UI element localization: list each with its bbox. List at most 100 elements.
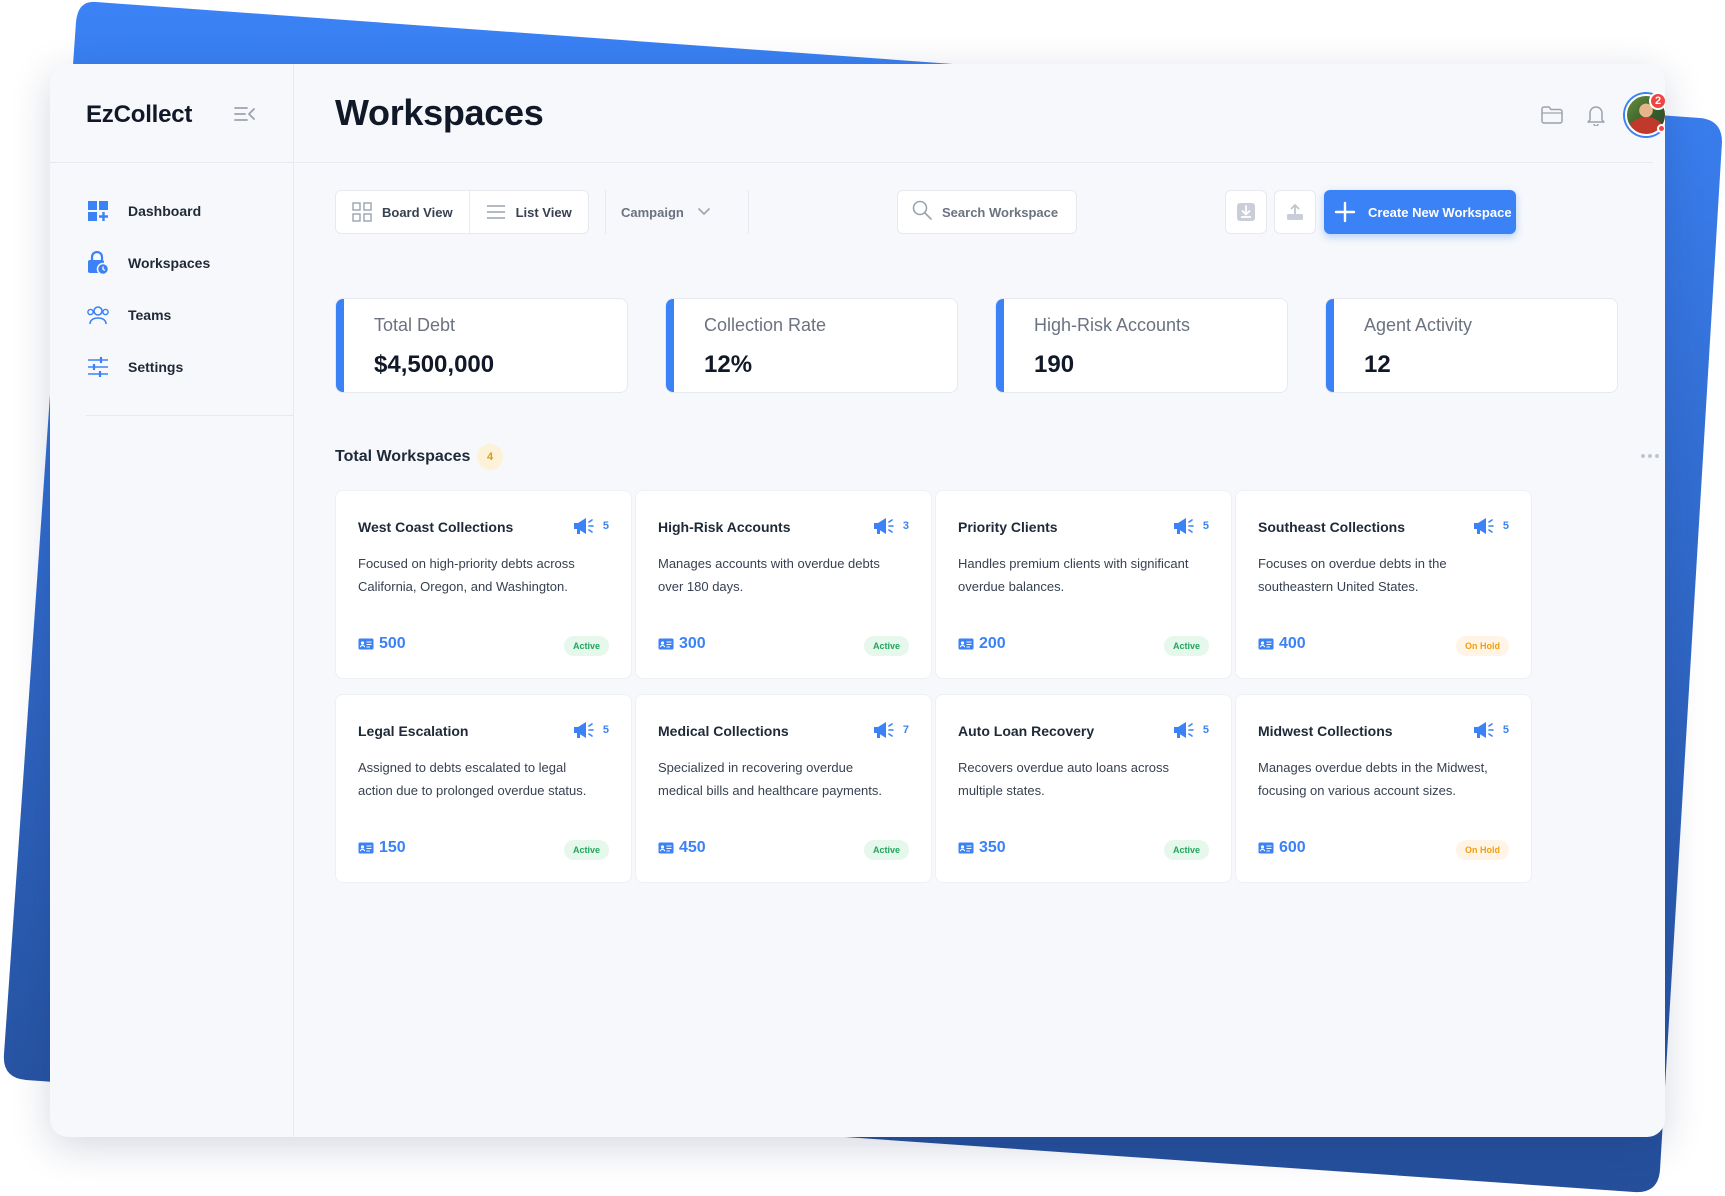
account-count: 150 [358,839,406,857]
toolbar-divider [605,190,606,234]
workspace-card[interactable]: Midwest Collections 5 Manages overdue de… [1235,694,1532,883]
megaphone-icon [1173,518,1194,534]
account-count-value: 450 [679,839,706,856]
stat-value: 12% [704,351,753,378]
sidebar: EzCollect Dashboard Workspaces Teams Set… [50,64,294,1137]
workspace-description: Handles premium clients with significant… [958,556,1189,594]
stat-accent [336,299,344,392]
account-count: 600 [1258,839,1306,857]
megaphone-icon [573,518,594,534]
notifications-button[interactable] [1583,102,1609,128]
stat-card-collection-rate: Collection Rate 12% [665,298,958,393]
campaign-count: 5 [573,721,609,739]
campaign-count-value: 5 [602,724,609,736]
bell-icon [1587,106,1605,126]
section-title: Total Workspaces [335,448,471,465]
id-card-icon [958,638,974,650]
list-view-button[interactable]: List View [468,191,588,233]
sidebar-nav: Dashboard Workspaces Teams Settings [86,198,210,406]
board-view-button[interactable]: Board View [336,191,469,233]
collapse-menu-icon [234,107,255,121]
account-count-value: 400 [1279,635,1306,652]
workspace-description: Assigned to debts escalated to legal act… [358,760,587,798]
workspace-card[interactable]: Auto Loan Recovery 5 Recovers overdue au… [935,694,1232,883]
list-view-label: List View [515,204,572,220]
status-badge: Active [563,840,609,860]
campaign-count-value: 5 [1502,520,1509,532]
status-dot [1657,124,1665,133]
sidebar-item-teams[interactable]: Teams [86,302,210,328]
account-count: 300 [658,635,706,653]
workspace-description: Manages accounts with overdue debts over… [658,556,880,594]
chevron-down-icon [698,208,710,216]
workspace-card[interactable]: Legal Escalation 5 Assigned to debts esc… [335,694,632,883]
stat-value: $4,500,000 [374,351,495,378]
upload-button[interactable] [1274,190,1316,234]
sidebar-divider [50,162,294,163]
workspace-card[interactable]: Southeast Collections 5 Focuses on overd… [1235,490,1532,679]
account-count-value: 600 [1279,839,1306,856]
create-workspace-button[interactable]: Create New Workspace [1324,190,1516,234]
campaign-count: 5 [1173,517,1209,535]
more-options-button[interactable] [1635,446,1665,466]
account-count-value: 200 [979,635,1006,652]
campaign-dropdown[interactable]: Campaign [621,190,710,234]
grid-icon [352,202,372,222]
brand-logo: EzCollect [86,101,193,128]
megaphone-icon [873,518,894,534]
campaign-label: Campaign [621,204,684,220]
campaign-count: 7 [873,721,909,739]
sidebar-divider [86,415,294,416]
megaphone-icon [1473,722,1494,738]
account-count: 350 [958,839,1006,857]
workspace-description: Manages overdue debts in the Midwest, fo… [1258,760,1488,798]
workspace-description: Focuses on overdue debts in the southeas… [1258,556,1447,594]
megaphone-icon [1173,722,1194,738]
sidebar-item-dashboard[interactable]: Dashboard [86,198,210,224]
search-box [897,190,1077,234]
stat-accent [666,299,674,392]
stat-label: High-Risk Accounts [1034,315,1191,335]
workspace-card[interactable]: High-Risk Accounts 3 Manages accounts wi… [635,490,932,679]
workspace-card[interactable]: Priority Clients 5 Handles premium clien… [935,490,1232,679]
id-card-icon [1258,842,1274,854]
stage: EzCollect Dashboard Workspaces Teams Set… [0,0,1725,1196]
id-card-icon [1258,638,1274,650]
sidebar-item-settings[interactable]: Settings [86,354,210,380]
view-toggle: Board View List View [335,190,589,234]
campaign-count-value: 5 [1202,724,1209,736]
stat-label: Total Debt [374,315,456,335]
workspace-card[interactable]: West Coast Collections 5 Focused on high… [335,490,632,679]
workspace-lock-icon [86,251,110,275]
sidebar-item-workspaces[interactable]: Workspaces [86,250,210,276]
search-input[interactable] [942,204,1062,220]
campaign-count-value: 3 [902,520,909,532]
campaign-count: 5 [573,517,609,535]
campaign-count: 5 [1473,517,1509,535]
campaign-count: 5 [1173,721,1209,739]
workspace-name: Priority Clients [958,519,1058,535]
plus-icon [1334,201,1356,223]
workspace-name: High-Risk Accounts [658,519,791,535]
account-count-value: 300 [679,635,706,652]
folder-icon [1541,106,1563,124]
main-content: Workspaces 2 Board View List View Campai… [295,64,1665,1137]
workspace-description: Focused on high-priority debts across Ca… [358,556,575,594]
header-divider [295,162,1653,163]
workspace-name: Legal Escalation [358,723,469,739]
list-icon [486,205,506,219]
stat-card-total-debt: Total Debt $4,500,000 [335,298,628,393]
workspace-name: Midwest Collections [1258,723,1393,739]
megaphone-icon [573,722,594,738]
collapse-sidebar-button[interactable] [234,105,256,123]
id-card-icon [358,638,374,650]
stat-accent [996,299,1004,392]
workspace-card[interactable]: Medical Collections 7 Specialized in rec… [635,694,932,883]
create-workspace-label: Create New Workspace [1368,204,1512,220]
folder-button[interactable] [1539,102,1565,128]
download-button[interactable] [1225,190,1267,234]
download-icon [1237,203,1255,221]
more-dots-icon [1641,454,1659,458]
account-count: 450 [658,839,706,857]
status-badge: On Hold [1456,840,1509,860]
